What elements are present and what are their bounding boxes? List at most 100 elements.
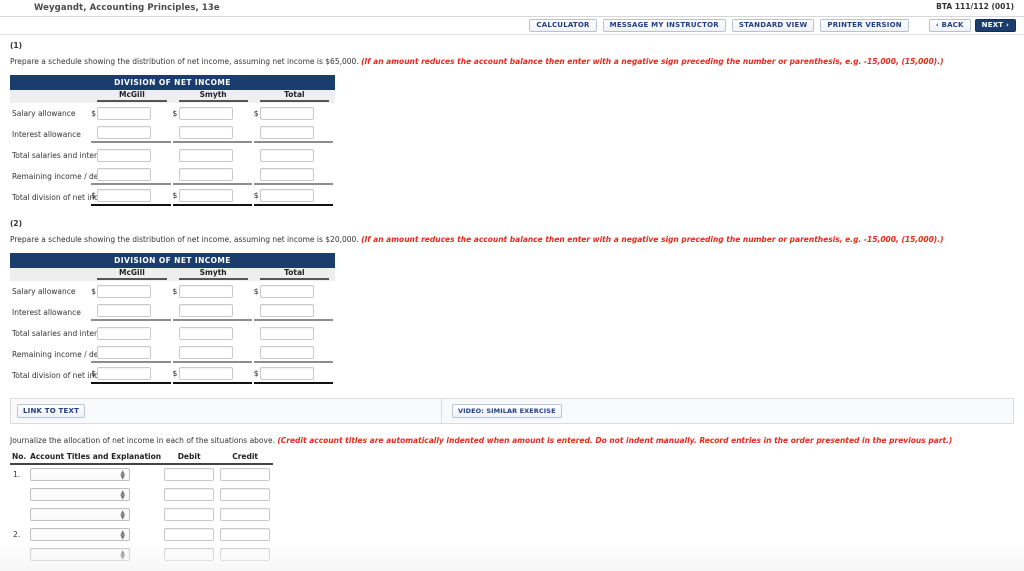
debit-input-5[interactable] [164,547,215,561]
dollar-sign: $ [91,109,97,118]
journal-col-no: No. [10,452,30,465]
journal-row-1-debit-cell [161,464,217,484]
journal-entry-table: No. Account Titles and Explanation Debit… [10,452,274,564]
input-totalsal-smyth[interactable] [178,149,233,162]
table-1-col-total: Total [253,90,335,103]
cell-totalsal-smyth: $ [173,145,254,166]
journal-col-credit: Credit [217,452,274,465]
journal-row: 1. ▲ ▼ [10,464,273,484]
input2-salary-smyth[interactable] [178,285,233,298]
account-select-2[interactable]: ▲ ▼ [30,487,130,501]
input-totaldiv-mcgill[interactable] [97,189,152,202]
part-2-prompt: Prepare a schedule showing the distribut… [10,235,1014,245]
journal-row: ▲ ▼ [10,544,273,564]
printer-version-button[interactable]: PRINTER VERSION [820,19,909,32]
journal-hint: (Credit account titles are automatically… [277,436,953,445]
cell2-salary-mcgill: $ [91,281,172,302]
cell2-interest-total: $ [253,302,335,323]
cell-salary-smyth: $ [173,103,254,124]
input2-interest-smyth[interactable] [178,304,233,317]
back-button[interactable]: ‹ BACK [928,19,971,32]
cell2-remaining-smyth: $ [172,344,254,365]
part-2-prompt-text: Prepare a schedule showing the distribut… [10,235,362,244]
part-1-prompt-text: Prepare a schedule showing the distribut… [10,57,362,66]
cell2-totalsal-total: $ [254,323,335,344]
journal-row-1-credit-cell [217,464,273,484]
input2-salary-mcgill[interactable] [97,285,152,298]
input2-remaining-mcgill[interactable] [97,346,152,359]
input2-interest-mcgill[interactable] [97,304,152,317]
input-remaining-total[interactable] [259,168,314,181]
course-code: BTA 111/112 (001) [936,2,1014,11]
input2-totaldiv-total[interactable] [259,367,314,380]
table-1-title: DIVISION OF NET INCOME [10,75,335,90]
chevron-updown-icon: ▲ ▼ [120,508,125,521]
input-interest-mcgill[interactable] [97,126,152,139]
input-salary-total[interactable] [259,107,314,120]
input2-totaldiv-smyth[interactable] [178,367,233,380]
account-select-3[interactable]: ▲ ▼ [30,507,130,521]
cell-totalsal-mcgill: $ [91,145,172,166]
next-button[interactable]: NEXT › [974,19,1016,32]
debit-input-3[interactable] [164,507,215,521]
input-totaldiv-total[interactable] [259,189,314,202]
input2-remaining-total[interactable] [259,346,314,359]
dollar-sign: $ [253,287,259,296]
table-row: Remaining income / deficiency $ $ $ [10,166,335,187]
message-instructor-button[interactable]: MESSAGE MY INSTRUCTOR [602,19,726,32]
input-salary-mcgill[interactable] [97,107,152,120]
credit-input-5[interactable] [220,547,271,561]
journal-row-3-no [10,504,30,524]
account-select-4[interactable]: ▲ ▼ [30,527,130,541]
cell2-remaining-total: $ [253,344,335,365]
input2-interest-total[interactable] [259,304,314,317]
account-select-5[interactable]: ▲ ▼ [30,547,130,561]
debit-input-4[interactable] [164,527,215,541]
input-remaining-mcgill[interactable] [97,168,152,181]
cell-remaining-total: $ [253,166,335,187]
credit-input-4[interactable] [220,527,271,541]
input2-totalsal-mcgill[interactable] [97,327,152,340]
dollar-sign: $ [172,287,178,296]
input2-totaldiv-mcgill[interactable] [97,367,152,380]
cell2-totaldiv-mcgill: $ [91,365,172,386]
input-totalsal-total[interactable] [259,149,314,162]
journal-col-debit: Debit [161,452,218,465]
credit-input-1[interactable] [220,468,271,481]
division-of-net-income-table-2: DIVISION OF NET INCOME McGill Smyth Tota… [10,253,335,386]
input2-totalsal-total[interactable] [259,327,314,340]
input-salary-smyth[interactable] [178,107,233,120]
journal-row: ▲ ▼ [10,504,273,524]
input2-remaining-smyth[interactable] [178,346,233,359]
link-to-text-button[interactable]: LINK TO TEXT [17,404,86,418]
input2-totalsal-smyth[interactable] [178,327,233,340]
input2-salary-total[interactable] [259,285,314,298]
dollar-sign: $ [172,369,178,378]
dollar-sign: $ [253,191,259,200]
debit-input-2[interactable] [164,487,215,501]
standard-view-button[interactable]: STANDARD VIEW [731,19,815,32]
credit-input-2[interactable] [220,487,271,501]
input-interest-total[interactable] [259,126,314,139]
chevron-updown-icon: ▲ ▼ [120,488,125,501]
input-interest-smyth[interactable] [178,126,233,139]
calculator-button[interactable]: CALCULATOR [529,19,597,32]
cell-totaldiv-smyth: $ [172,187,254,208]
row-label-total-salaries-interest: Total salaries and interest [12,151,109,160]
journal-row-2-credit-cell [217,484,273,504]
row-label-remaining-income: Remaining income / deficiency [12,172,128,181]
table-row: Interest allowance $ $ $ [10,302,335,323]
journal-row-2-no [10,484,30,504]
input-totaldiv-smyth[interactable] [178,189,233,202]
table-row: Total division of net income $ $ $ [10,365,335,386]
video-similar-exercise-button[interactable]: VIDEO: SIMILAR EXERCISE [452,404,562,418]
account-select-1[interactable]: ▲ ▼ [30,468,130,481]
debit-input-1[interactable] [164,468,215,481]
journal-row-4-credit-cell [217,524,273,544]
row-label-total-division: Total division of net income [12,193,115,202]
input-totalsal-mcgill[interactable] [97,149,152,162]
row2-label-interest-allowance: Interest allowance [12,308,81,317]
row2-label-total-salaries-interest: Total salaries and interest [12,329,109,338]
input-remaining-smyth[interactable] [178,168,233,181]
credit-input-3[interactable] [220,507,271,521]
